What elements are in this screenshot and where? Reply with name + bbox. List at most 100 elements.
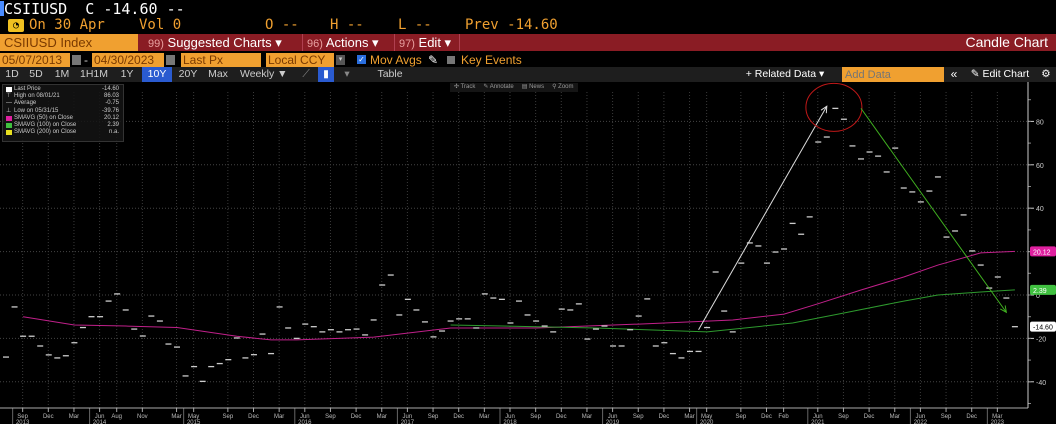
edit-menu[interactable]: 97) Edit ▾ <box>394 34 460 51</box>
period-button-1y[interactable]: 1Y <box>114 67 140 82</box>
collapse-button[interactable]: « <box>946 67 962 82</box>
x-tick-label: Sep <box>633 414 644 420</box>
currency-select[interactable]: Local CCY <box>266 53 334 67</box>
period-button-1m[interactable]: 1M <box>50 67 74 82</box>
zoom-tool[interactable]: ⚲ Zoom <box>552 84 573 90</box>
pencil-icon[interactable]: ✎ <box>428 53 438 67</box>
y-tick-label: 60 <box>1036 163 1044 170</box>
key-events-checkbox[interactable] <box>447 56 455 64</box>
legend-label: Last Price <box>14 86 41 92</box>
last-value-label: 2.39 <box>1033 288 1047 295</box>
period-button-1d[interactable]: 1D <box>2 67 22 82</box>
legend-item: SMAVG (100) on Close 2.39 <box>5 122 121 129</box>
annotation-arrow <box>698 105 828 330</box>
chart-tools: ✣ Track ✎ Annotate ▤ News ⚲ Zoom <box>450 83 578 92</box>
legend-value: -39.76 <box>101 107 119 114</box>
menu-number: 96) <box>307 38 323 50</box>
mov-avgs-checkbox[interactable]: ✓ <box>357 55 366 64</box>
calendar-icon[interactable] <box>166 55 175 65</box>
gear-icon[interactable]: ⚙ <box>1038 67 1054 82</box>
table-button[interactable]: Table <box>360 67 420 82</box>
low: L -- <box>398 17 432 33</box>
y-tick-label: 40 <box>1036 206 1044 213</box>
legend-label: High on 08/01/21 <box>14 93 60 100</box>
candle-chart-icon[interactable]: ▮ <box>318 67 334 82</box>
x-tick-label: Sep <box>941 414 952 420</box>
x-tick-label: Sep <box>736 414 747 420</box>
close-value: -14.60 <box>103 0 158 18</box>
price-chart[interactable]: 806040200-20-40Sep2013DecMarJun2014AugNo… <box>0 82 1056 424</box>
x-year-label: 2020 <box>700 420 714 424</box>
y-tick-label: -20 <box>1036 336 1046 343</box>
field-select[interactable]: Last Px <box>181 53 261 67</box>
chevron-down-icon[interactable]: ▾ <box>336 55 345 65</box>
edit-chart-button[interactable]: ✎ Edit Chart <box>965 67 1035 82</box>
x-tick-label: Dec <box>966 414 977 420</box>
x-tick-label: Sep <box>223 414 234 420</box>
news-tool[interactable]: ▤ News <box>522 84 544 90</box>
period-button-10y[interactable]: 10Y <box>142 67 172 82</box>
x-tick-label: Dec <box>351 414 362 420</box>
x-year-label: 2017 <box>401 420 415 424</box>
x-tick-label: Mar <box>684 414 694 420</box>
x-tick-label: Dec <box>761 414 772 420</box>
end-date-field[interactable]: 04/30/2023 <box>92 53 164 67</box>
open: O -- <box>265 17 299 33</box>
suggested-charts-menu[interactable]: 99) Suggested Charts ▾ <box>144 34 296 51</box>
actions-menu[interactable]: 96) Actions ▾ <box>302 34 398 51</box>
legend-item: SMAVG (50) on Close 20.12 <box>5 115 121 122</box>
x-tick-label: Dec <box>864 414 875 420</box>
gauge-icon[interactable]: ◔ <box>8 19 24 32</box>
x-year-label: 2015 <box>187 420 201 424</box>
legend-value: n.a. <box>108 129 119 136</box>
legend-item: ⊤ High on 08/01/21 86.03 <box>5 93 121 100</box>
close-label: C <box>85 0 95 18</box>
date-label: On 30 Apr <box>29 17 105 33</box>
annotation-circle <box>805 82 863 132</box>
menu-label: Actions ▾ <box>325 35 379 50</box>
add-data-input[interactable] <box>842 67 944 82</box>
legend-swatch: ⊥ <box>6 107 12 114</box>
calendar-icon[interactable] <box>72 55 81 65</box>
legend-label: SMAVG (200) on Close <box>14 129 77 136</box>
menu-label: Edit ▾ <box>418 35 452 50</box>
menu-number: 99) <box>148 38 164 50</box>
x-tick-label: Mar <box>377 414 387 420</box>
legend-label: Low on 05/31/15 <box>14 107 59 114</box>
legend-value: 20.12 <box>103 114 119 121</box>
x-tick-label: Mar <box>890 414 900 420</box>
x-year-label: 2023 <box>991 420 1005 424</box>
line-chart-icon[interactable]: ⟋ <box>296 67 316 82</box>
chevron-down-icon[interactable]: ▾ <box>340 67 354 82</box>
key-events-label: Key Events <box>461 53 522 67</box>
annotation-arrow <box>860 108 1007 313</box>
x-tick-label: Dec <box>453 414 464 420</box>
legend-item: ⊥ Low on 05/31/15 -39.76 <box>5 108 121 115</box>
start-date-field[interactable]: 05/07/2013 <box>0 53 70 67</box>
security-field[interactable]: CSIIUSD Index <box>0 34 138 51</box>
settings-bar: 05/07/2013 - 04/30/2023 Last Px Local CC… <box>0 53 1056 67</box>
legend-value: 2.39 <box>107 121 119 128</box>
period-button-20y[interactable]: 20Y <box>174 67 202 82</box>
period-button-1h1m[interactable]: 1H1M <box>76 67 112 82</box>
legend-item: — Average -0.75 <box>5 100 121 107</box>
x-tick-label: Feb <box>778 414 789 420</box>
track-tool[interactable]: ✣ Track <box>454 84 475 90</box>
date-separator: - <box>84 53 88 67</box>
quote-line: CSIIUSD C -14.60 -- <box>0 0 1056 18</box>
frequency-select[interactable]: Weekly ▼ <box>236 67 292 82</box>
chart-toolbar: 1D 5D 1M 1H1M 1Y 10Y 20Y Max Weekly ▼ ⟋ ▮ ▾ Tab… <box>0 67 1056 82</box>
period-button-5d[interactable]: 5D <box>24 67 48 82</box>
legend-item: Last Price -14.60 <box>5 86 121 93</box>
y-tick-label: 80 <box>1036 119 1044 126</box>
legend-value: 86.03 <box>103 93 119 100</box>
x-tick-label: Mar <box>479 414 489 420</box>
legend-swatch <box>6 130 12 136</box>
x-year-label: 2013 <box>16 420 30 424</box>
chart-legend: Last Price -14.60 ⊤ High on 08/01/21 86.03— A… <box>2 84 124 142</box>
period-button-max[interactable]: Max <box>204 67 232 82</box>
annotate-tool[interactable]: ✎ Annotate <box>483 84 513 90</box>
related-data-button[interactable]: + Related Data ▾ <box>735 67 835 82</box>
legend-swatch <box>6 115 12 121</box>
ticker: CSIIUSD <box>4 0 68 18</box>
